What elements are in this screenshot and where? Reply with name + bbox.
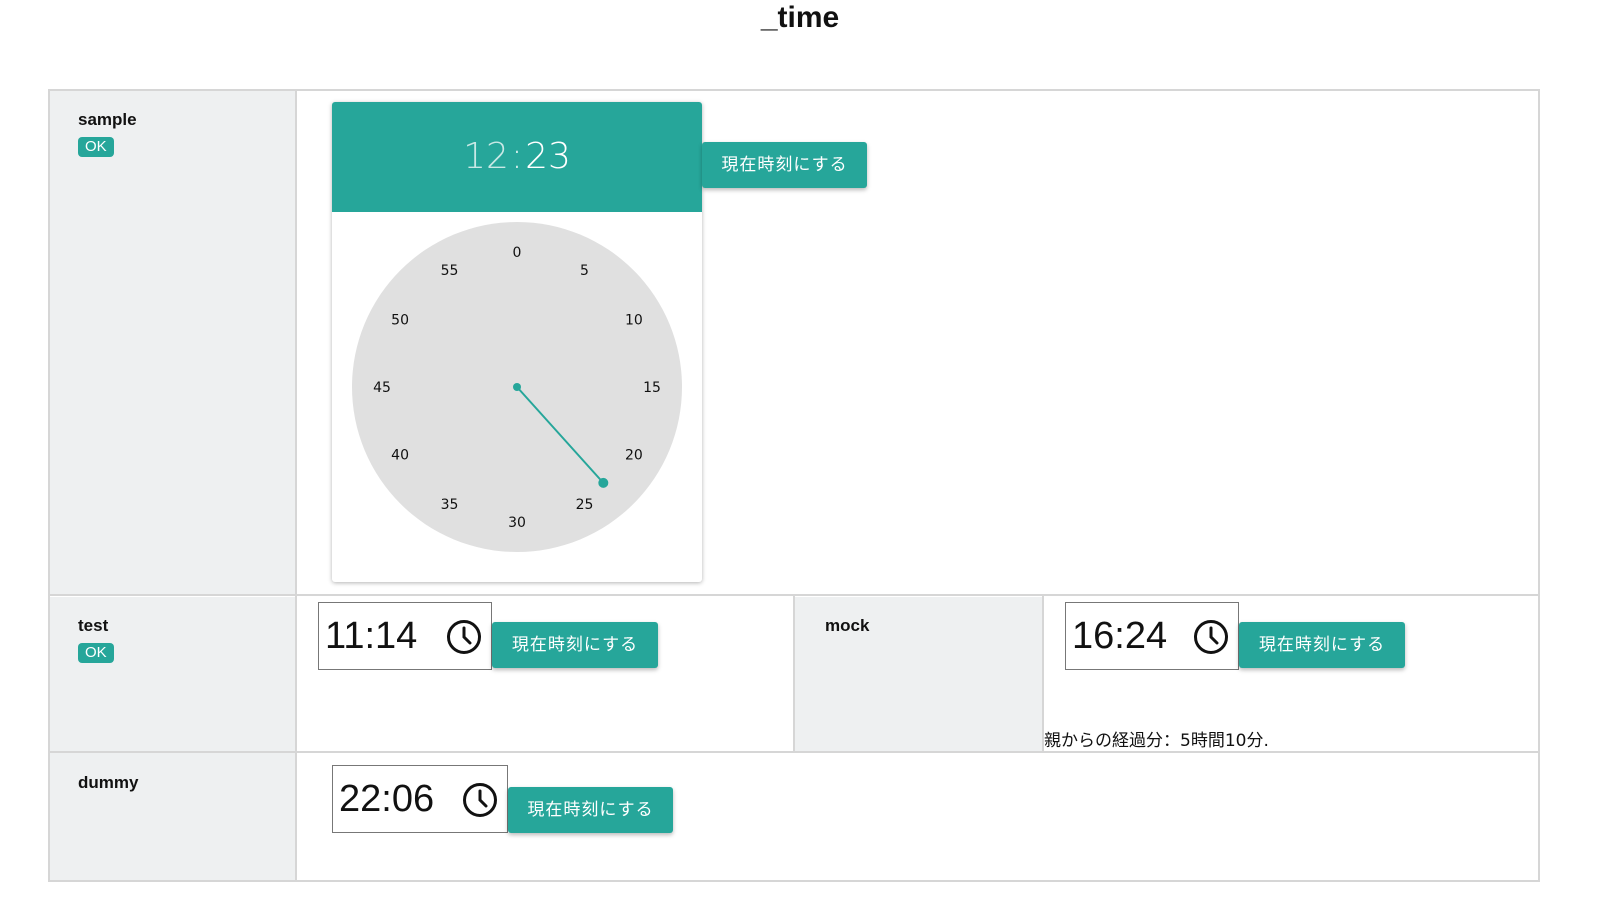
- time-input-value: 16:24: [1072, 615, 1168, 657]
- dial-label-25[interactable]: 25: [576, 497, 594, 513]
- clock-icon[interactable]: [445, 618, 483, 656]
- now-button-mock[interactable]: 現在時刻にする: [1239, 622, 1405, 668]
- minute-dial[interactable]: 0 5 10 15 20 25 30 35 40 45 50 55: [332, 212, 702, 582]
- dial-hand-knob[interactable]: [598, 477, 609, 488]
- now-button-test[interactable]: 現在時刻にする: [492, 622, 658, 668]
- dial-label-55[interactable]: 55: [441, 263, 459, 279]
- label-cell-sample: [50, 91, 296, 595]
- grid-divider: [295, 91, 297, 880]
- clock-icon[interactable]: [461, 781, 499, 819]
- dial-label-45[interactable]: 45: [373, 380, 391, 396]
- field-label-mock: mock: [825, 616, 870, 635]
- time-input-value: 11:14: [325, 615, 418, 657]
- dial-center-dot: [513, 383, 521, 391]
- now-button-sample[interactable]: 現在時刻にする: [702, 142, 867, 188]
- dial-label-35[interactable]: 35: [441, 497, 459, 513]
- clock-icon[interactable]: [1192, 618, 1230, 656]
- field-label-sample: sample: [78, 110, 137, 129]
- dial-label-20[interactable]: 20: [625, 448, 643, 464]
- status-badge-sample: OK: [78, 137, 114, 157]
- time-picker-display: 12:23: [332, 136, 702, 178]
- page-title: _time: [760, 1, 840, 34]
- time-picker-hours[interactable]: 12: [463, 136, 509, 177]
- status-badge-test: OK: [78, 643, 114, 663]
- time-input-test[interactable]: 11:14: [318, 602, 492, 670]
- grid-divider: [50, 751, 1538, 753]
- elapsed-time-text: 親からの経過分：5時間10分.: [1044, 731, 1269, 751]
- dial-label-40[interactable]: 40: [391, 448, 409, 464]
- now-button-dummy[interactable]: 現在時刻にする: [508, 787, 673, 833]
- dial-label-15[interactable]: 15: [643, 380, 661, 396]
- dial-label-0[interactable]: 0: [513, 245, 522, 261]
- time-picker-separator: :: [510, 136, 524, 177]
- field-label-test: test: [78, 616, 109, 635]
- dial-label-30[interactable]: 30: [508, 515, 526, 531]
- time-input-value: 22:06: [339, 778, 435, 820]
- grid-divider: [50, 594, 1538, 596]
- dial-label-50[interactable]: 50: [391, 313, 409, 329]
- time-picker-minutes[interactable]: 23: [525, 136, 571, 177]
- time-input-mock[interactable]: 16:24: [1065, 602, 1239, 670]
- time-input-dummy[interactable]: 22:06: [332, 765, 508, 833]
- dial-label-5[interactable]: 5: [580, 263, 589, 279]
- time-picker-dialog: 12:23 0 5 10 15 20 25 30 35 40 45 50 55: [332, 102, 702, 582]
- time-picker-header: 12:23: [332, 102, 702, 212]
- grid-divider: [793, 595, 795, 753]
- field-label-dummy: dummy: [78, 773, 139, 792]
- dial-label-10[interactable]: 10: [625, 313, 643, 329]
